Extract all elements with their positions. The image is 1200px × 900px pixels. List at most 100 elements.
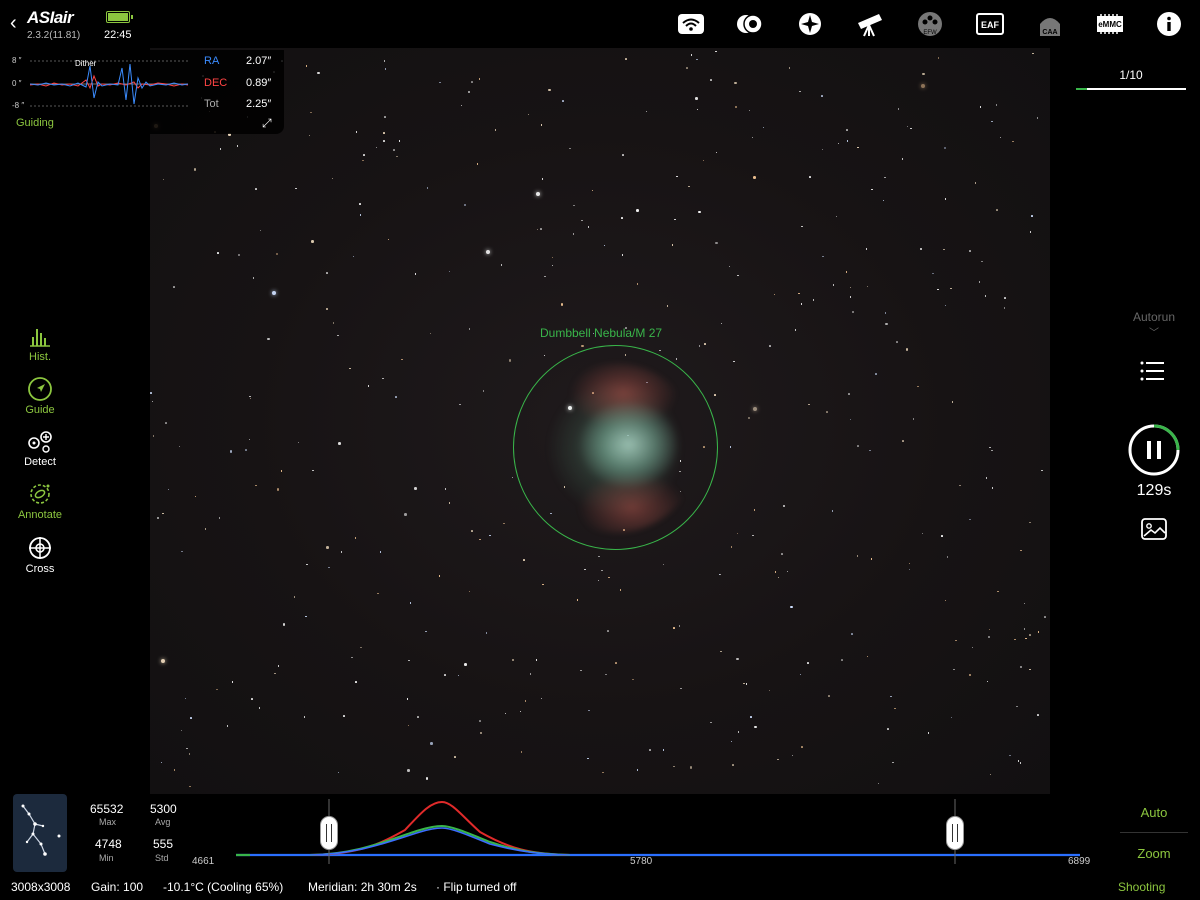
star <box>438 575 441 577</box>
star <box>666 305 669 307</box>
camera-icon[interactable] <box>735 10 765 38</box>
star <box>786 570 788 573</box>
star <box>467 90 471 94</box>
star <box>974 182 977 184</box>
stat-std-label: Std <box>155 853 169 863</box>
star <box>414 273 417 275</box>
right-panel: Autorun ﹀ 129s <box>1120 300 1188 612</box>
star <box>343 715 345 717</box>
star <box>769 345 771 347</box>
eaf-icon[interactable]: EAF <box>975 10 1005 38</box>
star <box>245 449 247 451</box>
star <box>689 766 693 769</box>
star <box>482 390 485 392</box>
star <box>748 109 751 112</box>
star <box>832 284 835 286</box>
star <box>237 253 241 257</box>
autorun-label[interactable]: Autorun <box>1120 310 1188 324</box>
guide-axis-top: 8 ″ <box>12 56 22 65</box>
star <box>548 88 551 92</box>
star <box>978 281 981 283</box>
guiding-panel[interactable]: 8 ″ 0 ″ -8 ″ Dither RA 2.07″ DEC 0.89″ T… <box>0 50 284 134</box>
star <box>569 147 571 150</box>
star <box>173 286 175 288</box>
star <box>252 277 255 279</box>
star <box>781 553 783 555</box>
pause-button[interactable] <box>1127 423 1181 477</box>
star <box>857 146 859 149</box>
annotate-tool[interactable]: Annotate <box>12 481 68 521</box>
star <box>732 764 734 766</box>
tot-label: Tot <box>204 98 219 110</box>
chevron-down-icon[interactable]: ﹀ <box>1120 324 1188 339</box>
detect-tool[interactable]: Detect <box>12 428 68 468</box>
zoom-button[interactable]: Zoom <box>1120 846 1188 861</box>
star <box>955 639 957 642</box>
list-icon[interactable] <box>1140 360 1166 382</box>
dec-value: 0.89″ <box>246 77 272 89</box>
star <box>953 668 955 670</box>
star <box>826 411 828 413</box>
star <box>866 285 869 288</box>
star <box>310 111 312 114</box>
star <box>922 72 925 76</box>
star <box>902 440 904 442</box>
star <box>1029 521 1031 524</box>
star <box>809 176 811 178</box>
star <box>943 248 945 251</box>
sky-image[interactable]: Dumbbell Nebula/M 27 <box>150 48 1050 796</box>
info-icon[interactable] <box>1154 10 1184 38</box>
star <box>543 354 546 357</box>
telescope-icon[interactable] <box>855 10 885 38</box>
constellation-thumbnail[interactable] <box>13 794 67 872</box>
star <box>383 60 386 62</box>
star <box>1016 705 1018 708</box>
efw-icon[interactable]: EFW <box>915 10 945 38</box>
expand-icon[interactable]: ⤢ <box>262 116 272 131</box>
star <box>479 720 481 722</box>
guide-tool[interactable]: Guide <box>12 376 68 416</box>
star <box>186 747 188 750</box>
star <box>360 646 362 649</box>
cross-tool[interactable]: Cross <box>12 535 68 575</box>
star <box>1037 714 1039 716</box>
star <box>588 709 590 712</box>
star <box>457 674 460 677</box>
white-point-slider[interactable] <box>946 816 964 850</box>
star <box>892 761 894 764</box>
star <box>849 418 852 421</box>
star <box>877 782 880 785</box>
star <box>887 728 889 730</box>
star <box>673 627 675 629</box>
histogram[interactable]: 4661 5780 6899 <box>190 794 1100 872</box>
star <box>425 777 429 780</box>
caa-icon[interactable]: CAA <box>1035 10 1065 38</box>
hist-tool[interactable]: Hist. <box>12 323 68 363</box>
star <box>715 151 718 154</box>
wifi-icon[interactable] <box>676 10 706 38</box>
gallery-icon[interactable] <box>1141 518 1167 540</box>
star <box>908 568 911 571</box>
svg-text:EAF: EAF <box>981 20 1000 30</box>
star <box>352 255 355 258</box>
star <box>598 555 600 558</box>
auto-stretch-button[interactable]: Auto <box>1120 805 1188 820</box>
black-point-slider[interactable] <box>320 816 338 850</box>
star <box>194 495 197 498</box>
star <box>702 159 705 162</box>
star <box>849 286 852 289</box>
emmc-icon[interactable]: eMMC <box>1095 10 1125 38</box>
star <box>274 672 276 675</box>
star <box>857 445 859 447</box>
mount-icon[interactable] <box>795 10 825 38</box>
left-toolbar: Hist. Guide Detect Annotate Cross <box>12 317 68 583</box>
star <box>601 569 603 572</box>
star <box>1019 665 1023 669</box>
star <box>468 590 471 593</box>
star <box>736 657 739 661</box>
star <box>674 218 676 221</box>
star <box>226 725 229 727</box>
star <box>398 140 401 142</box>
back-chevron-icon[interactable]: ‹ <box>10 12 17 35</box>
star <box>597 579 600 582</box>
